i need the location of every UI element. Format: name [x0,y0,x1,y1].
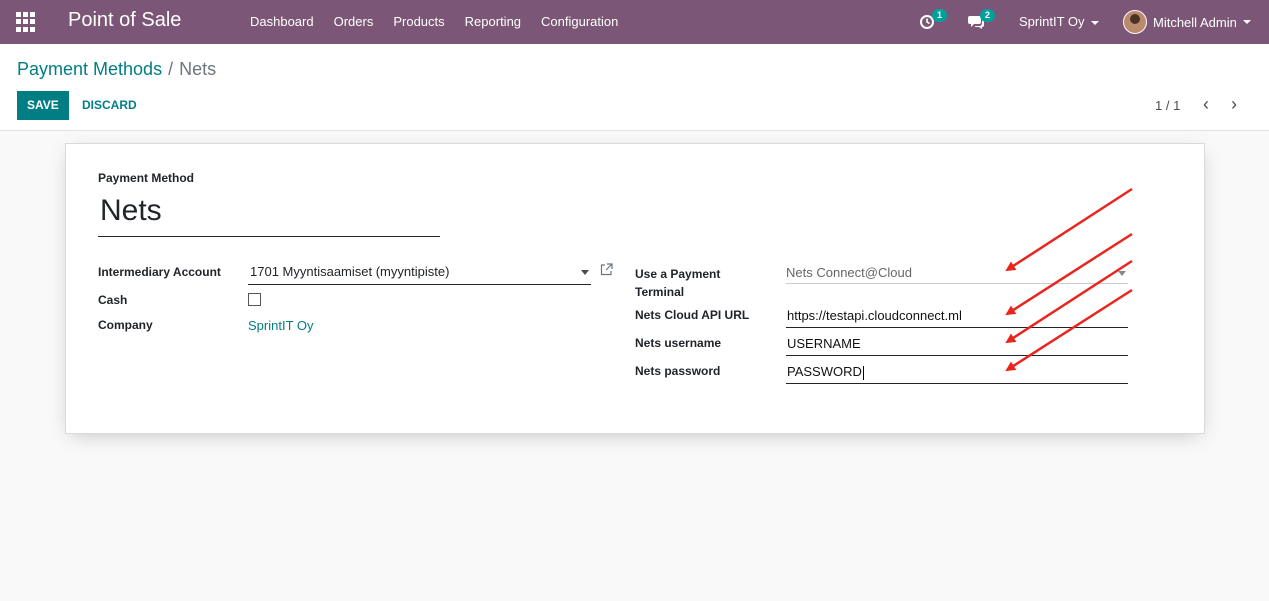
avatar [1123,10,1147,34]
menu-dashboard[interactable]: Dashboard [240,0,324,44]
messaging-menu[interactable]: 2 [968,9,998,32]
breadcrumb-current: Nets [179,59,217,79]
company-label: Company [98,318,153,332]
company-link[interactable]: SprintIT Oy [248,318,314,333]
text-cursor [862,365,864,380]
breadcrumb: Payment Methods / Nets [17,59,216,80]
caret-down-icon [1090,20,1099,25]
dropdown-caret-icon[interactable] [1118,271,1126,276]
menu-products[interactable]: Products [383,0,454,44]
activity-menu[interactable]: 1 [920,9,950,32]
api-url-input[interactable]: https://testapi.cloudconnect.ml [786,304,1128,328]
intermediary-account-select[interactable]: 1701 Myyntisaamiset (myyntipiste) [248,261,591,285]
intermediary-account-value: 1701 Myyntisaamiset (myyntipiste) [250,264,450,279]
payment-terminal-value: Nets Connect@Cloud [786,265,912,280]
payment-terminal-label: Use a Payment Terminal [635,267,721,299]
app-title[interactable]: Point of Sale [68,9,181,32]
user-name: Mitchell Admin [1153,14,1237,30]
password-value: PASSWORD [787,364,862,379]
external-link-icon[interactable] [600,263,613,276]
menu-configuration[interactable]: Configuration [531,0,628,44]
password-label: Nets password [635,364,721,378]
intermediary-account-label: Intermediary Account [98,265,221,279]
activity-badge: 1 [932,9,948,22]
company-switcher-label: SprintIT Oy [1019,14,1085,29]
main-menu: Dashboard Orders Products Reporting Conf… [240,0,628,44]
menu-orders[interactable]: Orders [324,0,384,44]
chevron-right-icon[interactable]: › [1231,95,1237,113]
dropdown-caret-icon[interactable] [581,270,589,275]
cash-label: Cash [98,293,128,307]
api-url-label: Nets Cloud API URL [635,308,750,322]
payment-terminal-select[interactable]: Nets Connect@Cloud [786,262,1128,284]
username-label: Nets username [635,336,722,350]
cash-checkbox[interactable] [248,293,261,306]
messages-badge: 2 [980,9,996,22]
save-button[interactable]: SAVE [17,91,69,120]
breadcrumb-separator: / [168,59,174,79]
payment-method-label: Payment Method [98,171,195,185]
user-menu[interactable]: Mitchell Admin [1123,8,1251,36]
company-switcher[interactable]: SprintIT Oy [1019,0,1099,44]
top-navbar: Point of Sale Dashboard Orders Products … [0,0,1269,44]
form-sheet: Payment Method Nets Intermediary Account… [65,143,1205,434]
payment-method-name-input[interactable]: Nets [98,191,440,237]
control-panel: Payment Methods / Nets SAVE DISCARD 1 / 1 … [0,44,1269,131]
chevron-left-icon[interactable]: ‹ [1203,95,1209,113]
discard-button[interactable]: DISCARD [74,91,145,120]
caret-down-icon [1242,20,1251,24]
breadcrumb-payment-methods[interactable]: Payment Methods [17,59,162,79]
username-input[interactable]: USERNAME [786,332,1128,356]
menu-reporting[interactable]: Reporting [455,0,531,44]
apps-menu-icon[interactable] [16,12,36,32]
pager-value[interactable]: 1 / 1 [1155,98,1180,113]
password-input[interactable]: PASSWORD [786,360,1128,384]
